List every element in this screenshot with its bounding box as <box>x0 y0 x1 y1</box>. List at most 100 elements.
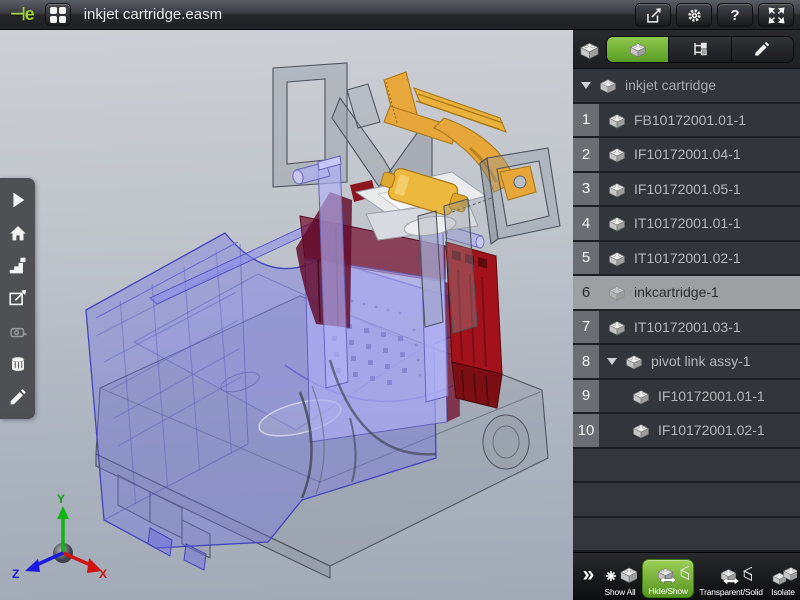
part-label: inkcartridge-1 <box>634 284 719 300</box>
row-number: 1 <box>573 104 599 137</box>
views-steps-icon <box>7 255 29 277</box>
hide-show-icon <box>647 562 689 585</box>
empty-row <box>573 518 800 553</box>
row-number: 8 <box>573 345 599 378</box>
axis-z-label: Z <box>12 567 19 581</box>
inkjet-cartridge-3d-model: Y X Z <box>0 30 573 600</box>
part-icon-hidden <box>607 282 627 302</box>
tool-label: Isolate <box>771 587 795 597</box>
play-icon <box>7 189 29 211</box>
fullscreen-icon <box>767 6 786 25</box>
home-view-button[interactable] <box>5 220 31 246</box>
axis-x-label: X <box>99 567 107 581</box>
section-box-icon <box>7 287 29 309</box>
assembly-icon <box>573 38 605 61</box>
apps-grid-icon <box>50 7 66 23</box>
transparent-solid-icon <box>710 563 752 586</box>
pencil-icon <box>7 386 29 408</box>
part-label: IF10172001.01-1 <box>658 388 765 404</box>
row-number: 4 <box>573 207 599 240</box>
component-row-2[interactable]: 2 IF10172001.04-1 <box>573 138 800 173</box>
part-icon <box>607 144 627 164</box>
orientation-triad: Y X Z <box>12 492 107 581</box>
apps-grid-button[interactable] <box>45 3 71 26</box>
panel-header <box>573 30 800 69</box>
tool-label: Hide/Show <box>649 586 688 596</box>
edrawings-logo: ⊣e <box>10 4 34 25</box>
tree-root-row[interactable]: inkjet cartridge <box>573 69 800 104</box>
mass-properties-icon <box>7 353 29 375</box>
pencil-icon <box>752 39 772 59</box>
show-all-icon <box>603 563 637 586</box>
view-toolbar <box>0 178 35 419</box>
play-button[interactable] <box>5 187 31 213</box>
topbar-actions: ? <box>635 3 794 27</box>
settings-button[interactable] <box>676 3 712 27</box>
collapse-triangle-icon[interactable] <box>607 358 617 365</box>
row-number: 5 <box>573 242 599 275</box>
part-icon <box>607 248 627 268</box>
component-row-9[interactable]: 9 IF10172001.01-1 <box>573 380 800 415</box>
tab-components[interactable] <box>607 37 669 62</box>
row-number: 7 <box>573 311 599 344</box>
row-number: 9 <box>573 380 599 413</box>
markup-button[interactable] <box>5 384 31 410</box>
component-row-8[interactable]: 8 pivot link assy-1 <box>573 345 800 380</box>
tool-label: Show All <box>604 587 635 597</box>
assembly-icon <box>628 39 648 59</box>
share-button[interactable] <box>635 3 671 27</box>
measure-tape-icon <box>7 320 29 342</box>
help-icon: ? <box>730 7 739 24</box>
collapse-panel-button[interactable]: » <box>573 553 602 600</box>
component-row-1[interactable]: 1 FB10172001.01-1 <box>573 104 800 139</box>
row-number: 2 <box>573 138 599 171</box>
empty-row <box>573 449 800 484</box>
root-label: inkjet cartridge <box>625 77 716 93</box>
assembly-icon <box>598 75 618 95</box>
tab-markup[interactable] <box>732 37 793 62</box>
hide-show-button[interactable]: Hide/Show <box>642 559 694 598</box>
tree-icon <box>690 39 710 59</box>
help-button[interactable]: ? <box>717 3 753 27</box>
part-icon <box>631 420 651 440</box>
empty-row <box>573 483 800 518</box>
visibility-tools: Show All Hide/Show <box>602 553 800 600</box>
mass-properties-button[interactable] <box>5 351 31 377</box>
component-row-4[interactable]: 4 IT10172001.01-1 <box>573 207 800 242</box>
row-number: 6 <box>573 276 599 309</box>
component-row-10[interactable]: 10 IF10172001.02-1 <box>573 414 800 449</box>
subassembly-label: pivot link assy-1 <box>651 353 751 369</box>
document-title: inkjet cartridge.easm <box>84 6 222 23</box>
component-row-5[interactable]: 5 IT10172001.02-1 <box>573 242 800 277</box>
part-label: IT10172001.02-1 <box>634 250 741 266</box>
part-label: IT10172001.03-1 <box>634 319 741 335</box>
part-icon <box>607 213 627 233</box>
part-icon <box>631 386 651 406</box>
collapse-triangle-icon[interactable] <box>581 82 591 89</box>
share-icon <box>644 6 663 25</box>
part-icon <box>607 317 627 337</box>
row-number: 10 <box>573 414 599 447</box>
part-label: FB10172001.01-1 <box>634 112 746 128</box>
component-row-7[interactable]: 7 IT10172001.03-1 <box>573 311 800 346</box>
part-label: IF10172001.04-1 <box>634 146 741 162</box>
tab-tree[interactable] <box>669 37 731 62</box>
model-viewport[interactable]: Y X Z <box>0 30 573 600</box>
row-number: 3 <box>573 173 599 206</box>
transparent-solid-button[interactable]: Transparent/Solid <box>698 562 763 598</box>
part-label: IT10172001.01-1 <box>634 215 741 231</box>
components-panel: inkjet cartridge 1 FB10172001.01-1 2 IF1… <box>573 30 800 600</box>
part-icon <box>607 110 627 130</box>
section-button[interactable] <box>5 285 31 311</box>
fullscreen-button[interactable] <box>758 3 794 27</box>
visibility-toolbar: » Show All <box>573 552 800 600</box>
isolate-button[interactable]: Isolate <box>768 562 798 598</box>
axis-y-label: Y <box>57 492 65 506</box>
show-all-button[interactable]: Show All <box>602 562 638 598</box>
gear-icon <box>685 6 704 25</box>
component-row-3[interactable]: 3 IF10172001.05-1 <box>573 173 800 208</box>
views-button[interactable] <box>5 253 31 279</box>
top-bar: ⊣e inkjet cartridge.easm ? <box>0 0 800 30</box>
measure-button[interactable] <box>5 318 31 344</box>
component-row-6-selected[interactable]: 6 inkcartridge-1 <box>573 276 800 311</box>
